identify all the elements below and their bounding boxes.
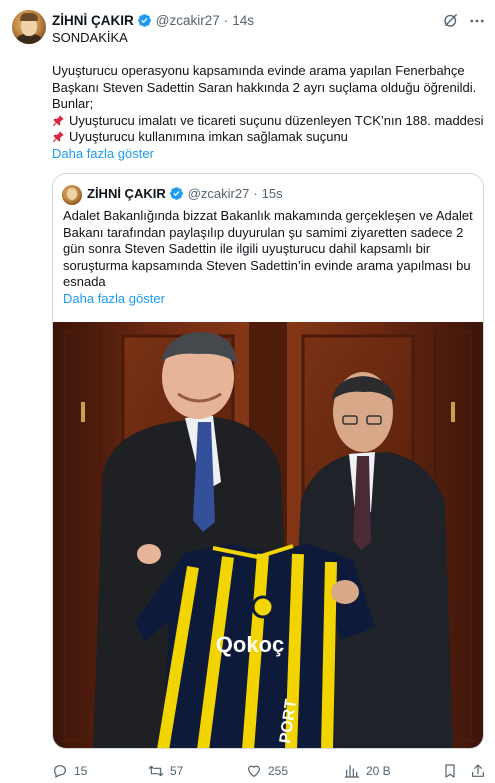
repost-icon [148,765,164,777]
share-icon [472,764,484,777]
quote-author-name[interactable]: ZİHNİ ÇAKIR [87,186,166,201]
views-count: 20 B [366,764,391,778]
quote-line: Adalet Bakanlığında bizzat Bakanlık maka… [63,208,473,223]
post-line: Bunlar; [52,96,94,111]
reply-count: 15 [74,764,88,778]
bookmark-button[interactable] [442,762,464,780]
repost-button[interactable]: 57 [148,762,183,780]
jersey-sponsor: Qokoç [216,632,284,657]
quote-photo[interactable]: Qokoç PORT [53,322,483,749]
post-line: Uyuşturucu operasyonu kapsamında evinde … [52,63,465,78]
quote-header: ZİHNİ ÇAKIR @zcakir27 · 15s [87,186,283,201]
post-bullet: Uyuşturucu imalatı ve ticareti suçunu dü… [52,113,488,130]
like-button[interactable]: 255 [246,762,288,780]
post-bullet-text: Uyuşturucu kullanımına imkan sağlamak su… [69,129,348,144]
like-icon [248,765,260,778]
post-time[interactable]: 14s [232,13,254,28]
verified-badge-icon [169,187,183,200]
post-line: Başkanı Steven Sadettin Saran hakkında 2… [52,79,477,95]
pushpin-icon [52,114,64,126]
bookmark-icon [445,764,455,778]
views-icon [344,765,360,778]
author-handle[interactable]: @zcakir27 [156,13,220,28]
reply-icon [54,765,66,779]
quote-time[interactable]: 15s [262,186,283,201]
more-icon[interactable] [468,12,486,30]
reply-button[interactable]: 15 [52,762,87,780]
quote-author-handle[interactable]: @zcakir27 [188,186,250,201]
quote-line: soruşturma kapsamında Steven Sadettin’in… [63,257,471,273]
post-bullet: Uyuşturucu kullanımına imkan sağlamak su… [52,129,488,146]
grok-icon[interactable] [442,11,460,29]
quote-line: gün sonra Steven Sadettin ile ilgili uyu… [63,241,431,256]
quote-line: Bakanı tarafından paylaşılıp duyurulan ş… [63,224,464,240]
post-bullet-text: Uyuşturucu imalatı ve ticareti suçunu dü… [69,112,484,128]
quoted-tweet[interactable]: ZİHNİ ÇAKIR @zcakir27 · 15s Adalet Bakan… [52,173,484,749]
post-line: SONDAKİKA [52,30,128,45]
quote-author-avatar[interactable] [62,185,82,205]
views-button[interactable]: 20 B [344,762,391,780]
like-count: 255 [268,764,289,778]
quote-line: esnada [63,274,106,289]
author-avatar[interactable] [12,10,46,44]
tweet[interactable]: ZİHNİ ÇAKIR @zcakir27 · 14s SONDAKİKA Uy… [0,0,495,783]
action-bar: 15 57 255 20 B [52,762,488,780]
show-more-link[interactable]: Daha fazla göster [52,146,488,163]
post-text: SONDAKİKA Uyuşturucu operasyonu kapsamın… [52,30,488,162]
quote-show-more-link[interactable]: Daha fazla göster [63,291,475,308]
verified-badge-icon [137,13,151,27]
quote-text: Adalet Bakanlığında bizzat Bakanlık maka… [63,208,475,307]
repost-count: 57 [170,764,184,778]
tweet-header: ZİHNİ ÇAKIR @zcakir27 · 14s [52,11,254,29]
author-name[interactable]: ZİHNİ ÇAKIR [52,13,134,28]
share-button[interactable] [470,762,492,780]
pushpin-icon [52,131,64,143]
header-separator: · [223,12,229,28]
quote-header-separator: · [253,186,258,201]
